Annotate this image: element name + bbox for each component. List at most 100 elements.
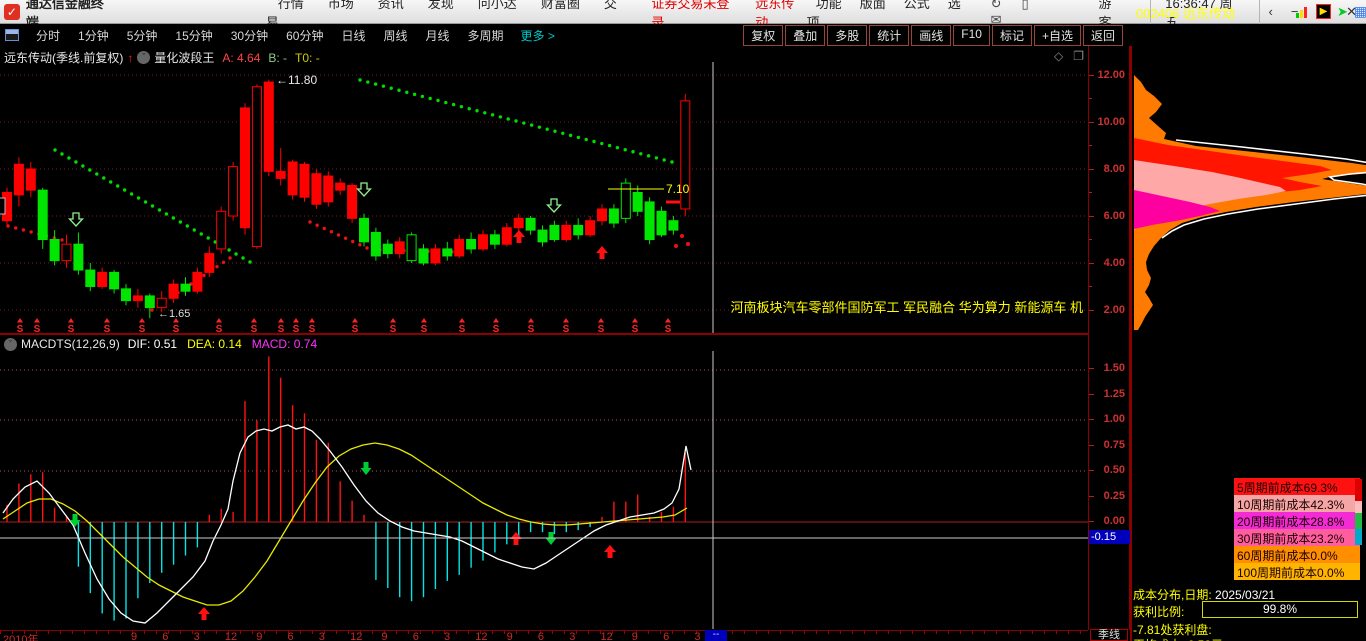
window-icon[interactable]: ❐ bbox=[1073, 49, 1084, 63]
toolbar-button-叠加[interactable]: 叠加 bbox=[785, 25, 825, 46]
chart-buttons: 复权叠加多股统计画线F10标记+自选返回 bbox=[741, 25, 1123, 46]
refresh-icon[interactable]: ↻ bbox=[981, 0, 1012, 11]
green-arrow-icon[interactable]: ➤ bbox=[1337, 4, 1348, 20]
mobile-icon[interactable]: ▯ bbox=[1012, 0, 1039, 11]
pane-divider[interactable] bbox=[0, 333, 1088, 334]
legend-row: 20周期前成本28.8% bbox=[1234, 512, 1360, 529]
axis-month-label: 9 bbox=[381, 631, 387, 641]
macd-chart[interactable] bbox=[0, 334, 1088, 630]
up-arrow-icon: ↑ bbox=[127, 51, 133, 65]
axis-tick bbox=[1089, 394, 1094, 395]
period-toolbar: 分时1分钟5分钟15分钟30分钟60分钟日线周线月线多周期 更多 > 复权叠加多… bbox=[0, 24, 1366, 46]
toolbar-button-+自选[interactable]: +自选 bbox=[1034, 25, 1081, 46]
period-tab-15分钟[interactable]: 15分钟 bbox=[166, 29, 221, 43]
legend-row: 5周期前成本69.3% bbox=[1234, 478, 1360, 495]
toolbar-right-icons: ▶ ➤ ▦ bbox=[1296, 3, 1366, 20]
period-tab-5分钟[interactable]: 5分钟 bbox=[118, 29, 167, 43]
menu-item-问小达[interactable]: 问小达 bbox=[466, 0, 529, 11]
period-tab-月线[interactable]: 月线 bbox=[417, 29, 459, 43]
candlestick-series bbox=[3, 80, 690, 319]
axis-tick bbox=[1089, 239, 1092, 240]
toolbar-button-画线[interactable]: 画线 bbox=[911, 25, 951, 46]
legend-scrollbar[interactable] bbox=[1355, 479, 1362, 545]
axis-month-label: 3 bbox=[444, 631, 450, 641]
macd-histogram bbox=[7, 356, 685, 620]
toolbar-button-标记[interactable]: 标记 bbox=[992, 25, 1032, 46]
chart-title-row: 远东传动(季线.前复权) ↑ ˇ 量化波段王 A: 4.64 B: - T0: … bbox=[4, 49, 320, 66]
axis-tick bbox=[1089, 496, 1094, 497]
indicator-name[interactable]: 量化波段王 bbox=[154, 49, 214, 66]
diamond-icon[interactable]: ◇ bbox=[1054, 49, 1063, 63]
period-tab-多周期[interactable]: 多周期 bbox=[459, 29, 513, 43]
axis-month-label: 9 bbox=[256, 631, 262, 641]
axis-month-label: 3 bbox=[694, 631, 700, 641]
macd-indicator-name[interactable]: MACDTS(12,26,9) bbox=[21, 337, 120, 351]
axis-month-label: 12 bbox=[225, 631, 237, 641]
period-tabs: 分时1分钟5分钟15分钟30分钟60分钟日线周线月线多周期 bbox=[27, 27, 513, 44]
axis-tick bbox=[1089, 122, 1094, 123]
mini-chart-icon[interactable] bbox=[1296, 5, 1308, 18]
scrollbar-segment bbox=[1355, 513, 1362, 529]
menu-item-功能[interactable]: 功能 bbox=[807, 0, 851, 11]
menu-item-资讯[interactable]: 资讯 bbox=[366, 0, 416, 11]
annotations: ←11.80←1.657.10河南板块汽车零部件国防军工 军民融合 华为算力 新… bbox=[158, 73, 1083, 320]
cost-legend: 5周期前成本69.3%10周期前成本42.3%20周期前成本28.8%30周期前… bbox=[1234, 478, 1360, 580]
toolbar-button-返回[interactable]: 返回 bbox=[1083, 25, 1123, 46]
menu-item-财富圈[interactable]: 财富圈 bbox=[529, 0, 592, 11]
period-tab-60分钟[interactable]: 60分钟 bbox=[277, 29, 332, 43]
toolbar-button-F10[interactable]: F10 bbox=[953, 25, 990, 46]
legend-row: 10周期前成本42.3% bbox=[1234, 495, 1360, 512]
dea-value: DEA: 0.14 bbox=[187, 337, 242, 351]
axis-month-label: 6 bbox=[538, 631, 544, 641]
avg-cost-line: 平均成本: 6.52元 bbox=[1133, 636, 1223, 641]
svg-text:7.10: 7.10 bbox=[666, 182, 690, 196]
svg-text:河南板块汽车零部件国防军工 军民融合 华为算力 新能源车 机: 河南板块汽车零部件国防军工 军民融合 华为算力 新能源车 机 bbox=[731, 300, 1083, 315]
crosshair-price-label: -0.15 bbox=[1089, 530, 1130, 544]
crosshair-date-label: -- bbox=[705, 630, 727, 641]
grid-icon[interactable]: ▦ bbox=[1354, 3, 1366, 20]
partial-candle bbox=[0, 198, 5, 214]
macd-signal-arrows bbox=[70, 462, 617, 620]
axis-month-label: 3 bbox=[194, 631, 200, 641]
menu-item-市场[interactable]: 市场 bbox=[316, 0, 366, 11]
macd-title-row: ˇ MACDTS(12,26,9) DIF: 0.51 DEA: 0.14 MA… bbox=[4, 337, 317, 351]
svg-text:←11.80: ←11.80 bbox=[276, 73, 317, 87]
axis-tick bbox=[1089, 192, 1092, 193]
period-tab-分时[interactable]: 分时 bbox=[27, 29, 69, 43]
layout-icon[interactable] bbox=[5, 29, 19, 41]
axis-tick bbox=[1089, 368, 1094, 369]
menu-item-行情[interactable]: 行情 bbox=[266, 0, 316, 11]
menu-item-公式[interactable]: 公式 bbox=[895, 0, 939, 11]
axis-tick bbox=[1089, 98, 1092, 99]
toolbar-button-统计[interactable]: 统计 bbox=[869, 25, 909, 46]
axis-month-label: 6 bbox=[288, 631, 294, 641]
axis-month-label: 9 bbox=[507, 631, 513, 641]
axis-month-label: 6 bbox=[162, 631, 168, 641]
collapse-icon[interactable]: ˇ bbox=[137, 51, 150, 64]
axis-month-label: 3 bbox=[569, 631, 575, 641]
play-icon[interactable]: ▶ bbox=[1316, 4, 1331, 19]
candlestick-chart[interactable]: SSSSSSSSSSSSSSSSSSSSS←11.80←1.657.10河南板块… bbox=[0, 46, 1088, 334]
collapse-icon[interactable]: ‹ bbox=[1260, 4, 1282, 19]
stock-code-label: 002406 远东传动 bbox=[1136, 3, 1235, 22]
period-tab-30分钟[interactable]: 30分钟 bbox=[222, 29, 277, 43]
toolbar-button-多股[interactable]: 多股 bbox=[827, 25, 867, 46]
indicator-b-value: B: - bbox=[268, 51, 287, 65]
axis-month-label: 12 bbox=[601, 631, 613, 641]
macd-value: MACD: 0.74 bbox=[252, 337, 317, 351]
period-tab-1分钟[interactable]: 1分钟 bbox=[69, 29, 118, 43]
period-button[interactable]: 季线 bbox=[1090, 629, 1128, 641]
axis-month-label: 6 bbox=[413, 631, 419, 641]
collapse-icon[interactable]: ˇ bbox=[4, 338, 17, 351]
period-tab-周线[interactable]: 周线 bbox=[374, 29, 416, 43]
axis-tick bbox=[1089, 216, 1094, 217]
toolbar-button-复权[interactable]: 复权 bbox=[743, 25, 783, 46]
menu-item-发现[interactable]: 发现 bbox=[416, 0, 466, 11]
scrollbar-segment bbox=[1355, 501, 1362, 513]
more-button[interactable]: 更多 > bbox=[513, 27, 563, 44]
menu-item-版面[interactable]: 版面 bbox=[851, 0, 895, 11]
dif-value: DIF: 0.51 bbox=[128, 337, 177, 351]
profit-ratio-value: 99.8% bbox=[1202, 601, 1358, 618]
axis-tick bbox=[1089, 75, 1094, 76]
period-tab-日线[interactable]: 日线 bbox=[332, 29, 374, 43]
